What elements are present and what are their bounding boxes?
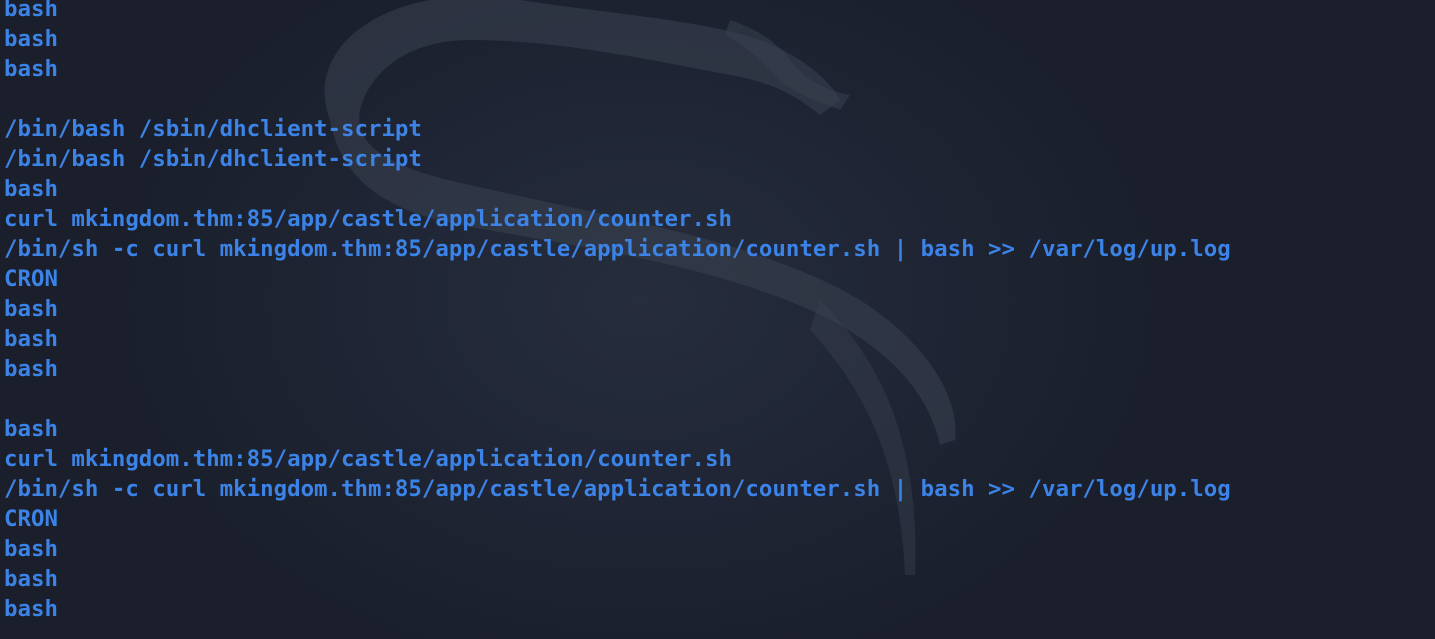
terminal-line: CRON [4,506,58,532]
terminal-line: bash [4,416,58,442]
terminal-line: bash [4,26,58,52]
terminal-line: bash [4,356,58,382]
terminal-line: curl mkingdom.thm:85/app/castle/applicat… [4,206,732,232]
terminal-line: bash [4,0,58,22]
terminal-line: bash [4,326,58,352]
terminal-output[interactable]: bash bash bash/bin/bash /sbin/dhclient-scr… [4,0,1231,624]
terminal-line: bash [4,566,58,592]
terminal-line: /bin/sh -c curl mkingdom.thm:85/app/cast… [4,236,1231,262]
terminal-line: bash [4,596,58,622]
terminal-line: bash [4,296,58,322]
terminal-line: bash [4,56,58,82]
terminal-line: curl mkingdom.thm:85/app/castle/applicat… [4,446,732,472]
terminal-line: /bin/sh -c curl mkingdom.thm:85/app/cast… [4,476,1231,502]
terminal-line: bash [4,176,58,202]
terminal-line: bash [4,536,58,562]
terminal-window[interactable]: bash bash bash/bin/bash /sbin/dhclient-scr… [0,0,1435,639]
terminal-line: /bin/bash /sbin/dhclient-script [4,146,422,172]
terminal-line: CRON [4,266,58,292]
terminal-line: /bin/bash /sbin/dhclient-script [4,116,422,142]
